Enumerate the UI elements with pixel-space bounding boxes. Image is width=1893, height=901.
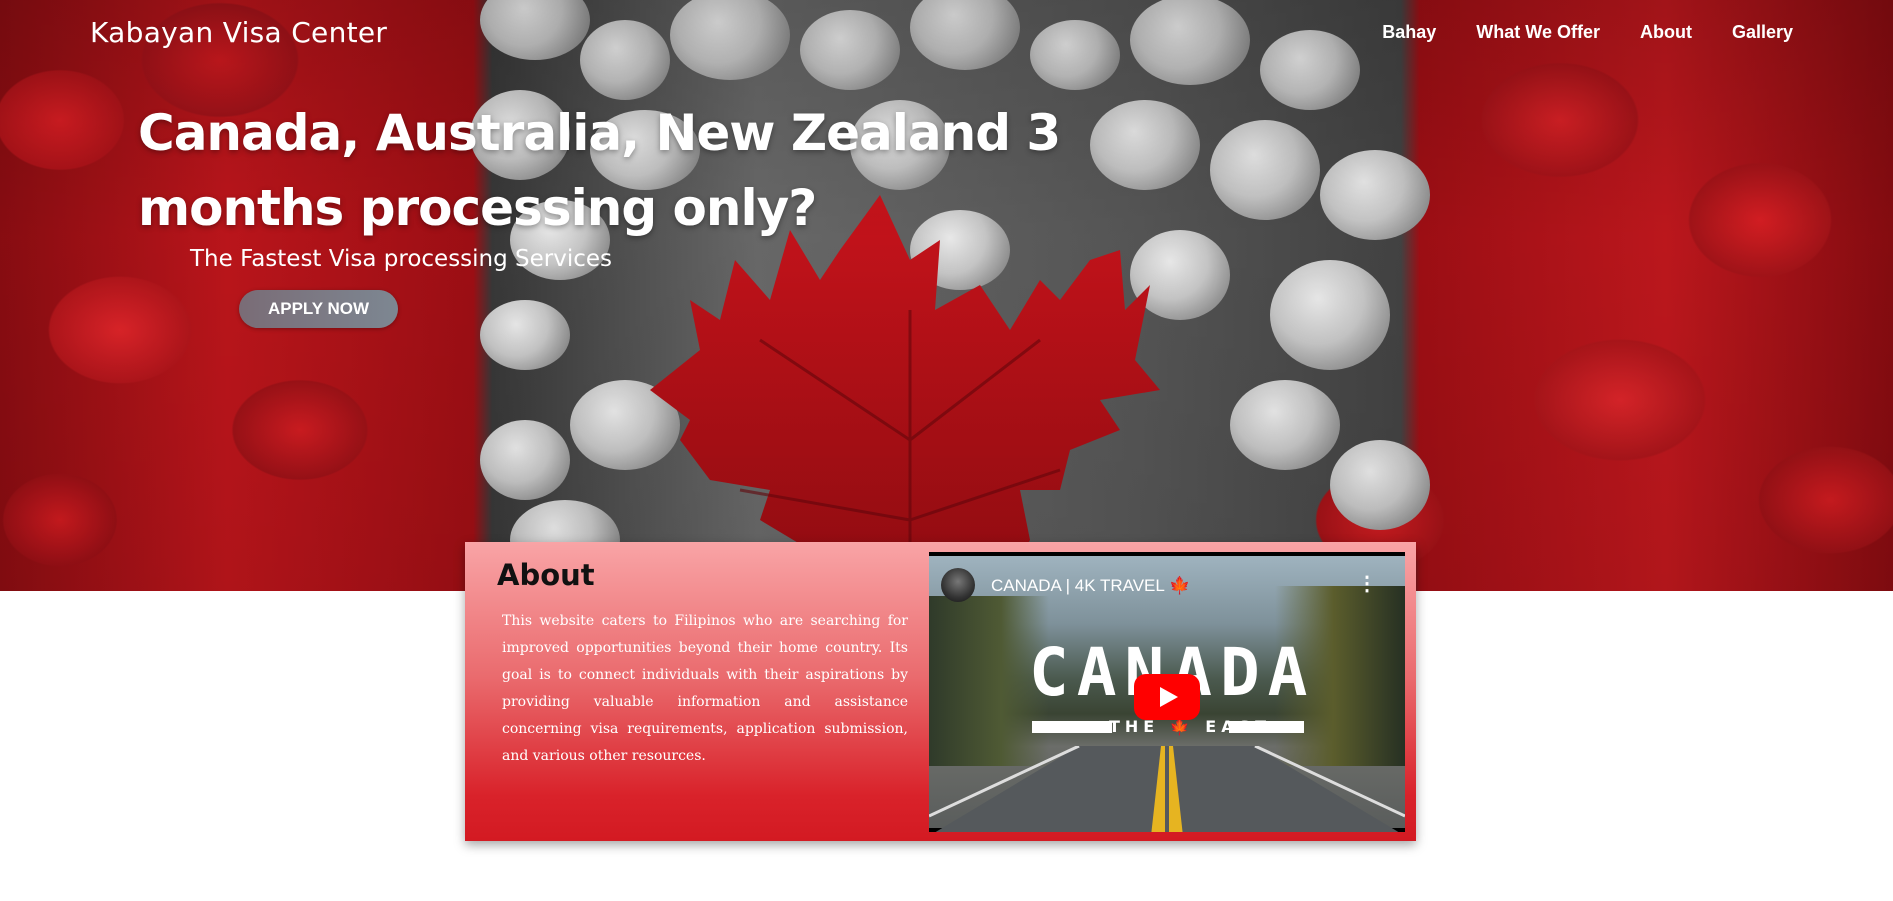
youtube-play-icon[interactable] bbox=[1134, 674, 1200, 720]
video-title[interactable]: CANADA | 4K TRAVEL 🍁 bbox=[991, 576, 1190, 596]
hero-tagline: The Fastest Visa processing Services bbox=[190, 246, 613, 272]
brand-logo-text[interactable]: Kabayan Visa Center bbox=[90, 16, 387, 49]
about-title: About bbox=[497, 558, 595, 592]
hero-headline: Canada, Australia, New Zealand 3 months … bbox=[138, 104, 1061, 237]
about-card: About This website caters to Filipinos w… bbox=[465, 542, 1416, 841]
channel-avatar[interactable] bbox=[941, 568, 975, 602]
video-thumbnail: CANADA | 4K TRAVEL 🍁 ⋮ CANADA THE 🍁 EAST bbox=[929, 556, 1405, 832]
more-vert-icon[interactable]: ⋮ bbox=[1357, 574, 1377, 594]
youtube-video-embed[interactable]: CANADA | 4K TRAVEL 🍁 ⋮ CANADA THE 🍁 EAST bbox=[929, 552, 1405, 832]
apply-now-button[interactable]: APPLY NOW bbox=[239, 290, 398, 328]
nav-item-about[interactable]: About bbox=[1640, 22, 1692, 43]
nav-item-bahay[interactable]: Bahay bbox=[1382, 22, 1436, 43]
main-nav: Bahay What We Offer About Gallery bbox=[1382, 22, 1793, 43]
about-body: This website caters to Filipinos who are… bbox=[502, 613, 908, 764]
nav-item-what-we-offer[interactable]: What We Offer bbox=[1476, 22, 1600, 43]
thumbnail-subtitle: THE 🍁 EAST bbox=[1109, 717, 1272, 736]
road-image bbox=[929, 746, 1405, 832]
nav-item-gallery[interactable]: Gallery bbox=[1732, 22, 1793, 43]
